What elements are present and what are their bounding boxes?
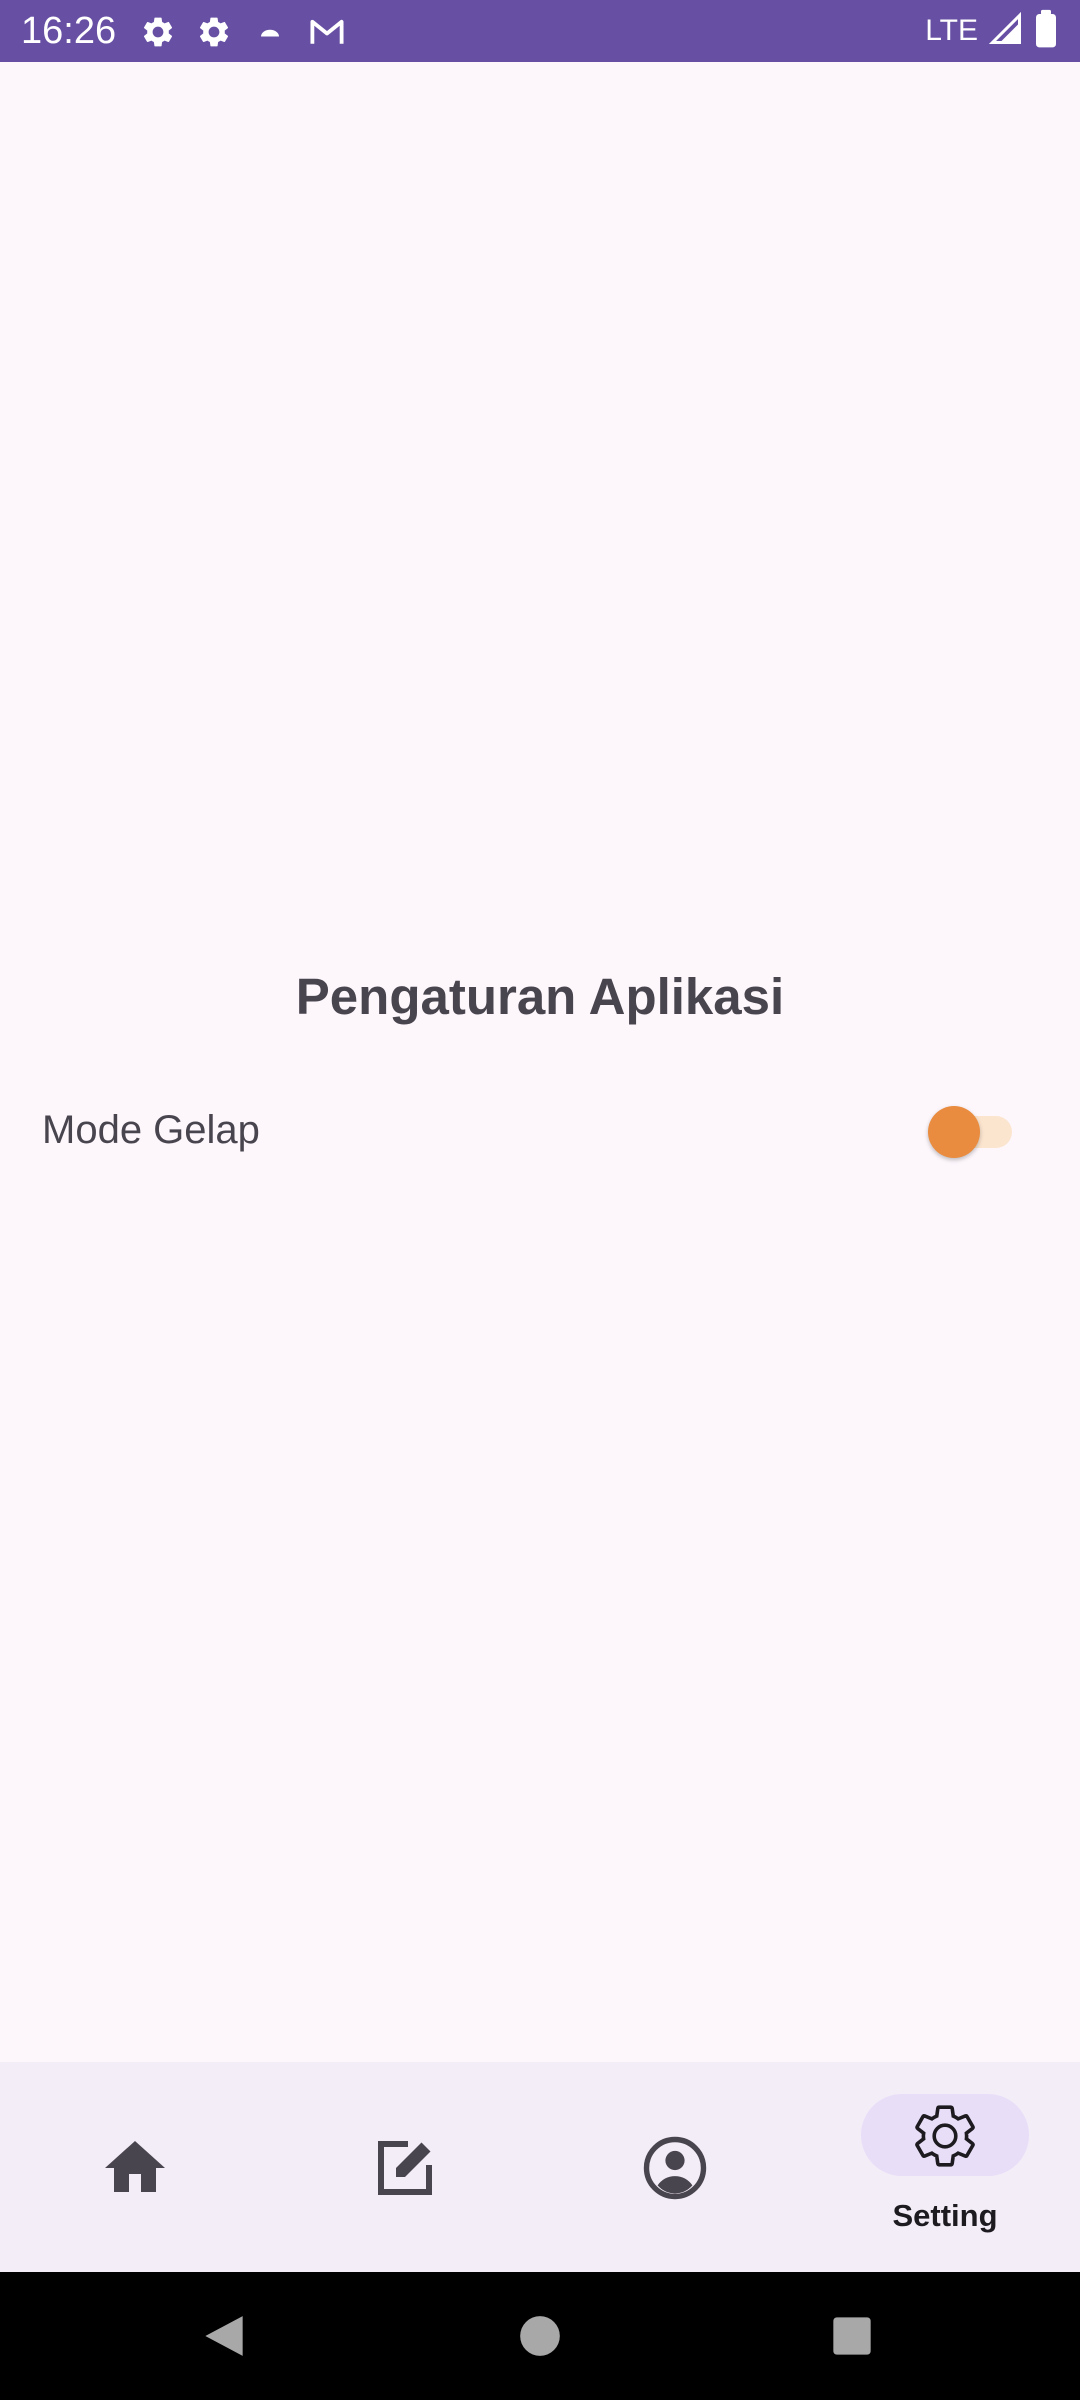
nav-item-home[interactable] (0, 2062, 270, 2272)
edit-icon (378, 2141, 432, 2195)
network-type: LTE (925, 14, 978, 47)
dark-mode-toggle[interactable] (928, 1106, 1012, 1158)
home-circle-icon[interactable] (512, 2308, 568, 2364)
signal-icon (988, 11, 1024, 52)
gmail-icon (308, 14, 346, 50)
recents-square-icon[interactable] (824, 2308, 880, 2364)
status-time: 16:26 (21, 10, 117, 52)
status-bar: 16:26 LTE (0, 0, 1080, 62)
battery-icon (1032, 9, 1060, 54)
nav-label-setting: Setting (892, 2198, 998, 2233)
status-right-icons: LTE (925, 9, 1060, 54)
screen: 16:26 LTE Pengaturan Aplikasi Mode Gelap… (0, 0, 1080, 2400)
system-navigation-bar (0, 2272, 1080, 2400)
gear-icon (140, 14, 176, 50)
nav-item-profile[interactable] (540, 2062, 810, 2272)
notification-icons (140, 12, 346, 52)
dark-mode-label: Mode Gelap (42, 1108, 260, 1152)
back-icon[interactable] (196, 2308, 252, 2364)
nav-item-setting[interactable]: Setting (810, 2062, 1080, 2272)
gear-icon (196, 14, 232, 50)
gear-icon (915, 2105, 975, 2167)
toggle-thumb (928, 1106, 980, 1158)
dark-mode-setting-row: Mode Gelap (42, 1098, 1012, 1164)
account-circle-icon (643, 2136, 707, 2200)
bottom-navigation: Setting (0, 2062, 1080, 2272)
nav-item-edit[interactable] (270, 2062, 540, 2272)
home-icon (105, 2141, 165, 2192)
cloud-icon (252, 14, 288, 50)
page-title: Pengaturan Aplikasi (295, 968, 785, 1025)
